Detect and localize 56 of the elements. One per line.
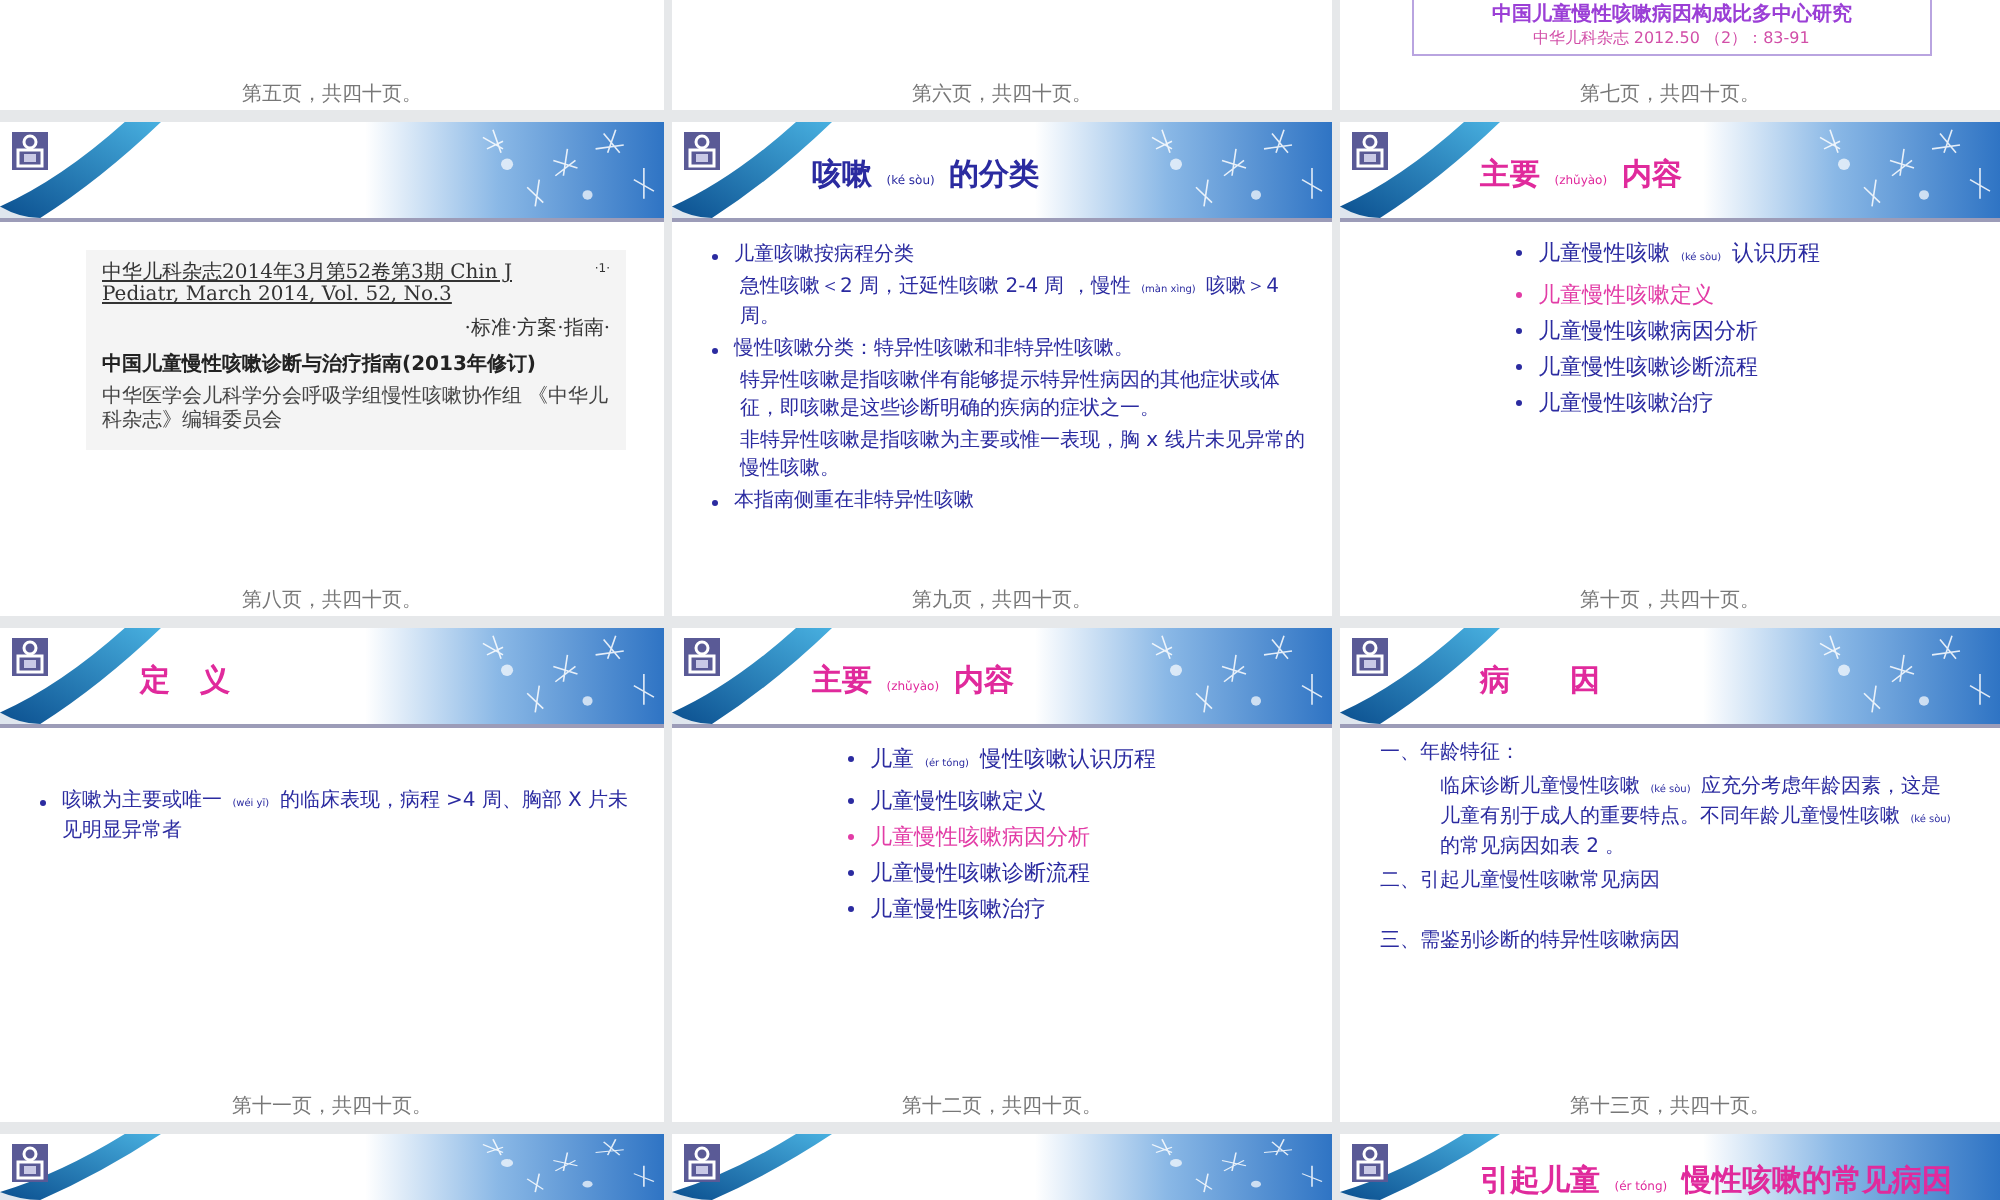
section-heading: 三、需鉴别诊断的特异性咳嗽病因 bbox=[1380, 928, 1680, 956]
journal-line: 中华儿科杂志2014年3月第52卷第3期 Chin J Pediatr, March 2014, Vol. 52, No.3 bbox=[102, 262, 514, 306]
page-number: 第八页，共四十页。 bbox=[240, 590, 424, 616]
page-number: 第十二页，共四十页。 bbox=[900, 1096, 1104, 1122]
bullet-icon bbox=[1516, 328, 1522, 334]
section-heading: 一、年龄特征： bbox=[1380, 740, 1520, 768]
bullet-icon bbox=[848, 756, 854, 762]
outline-item: 儿童慢性咳嗽治疗 bbox=[870, 894, 1046, 924]
page-number: 第六页，共四十页。 bbox=[910, 84, 1094, 110]
citation-source: 中华儿科杂志 2012.50 （2）：83-91 bbox=[1533, 30, 1811, 48]
bullet-icon bbox=[712, 500, 718, 506]
logo-icon bbox=[1352, 1144, 1388, 1182]
bullet-icon bbox=[1516, 250, 1522, 256]
bullet-icon bbox=[848, 870, 854, 876]
logo-icon bbox=[684, 132, 720, 170]
logo-icon bbox=[1352, 638, 1388, 676]
bullet-icon bbox=[1516, 400, 1522, 406]
logo-icon bbox=[12, 132, 48, 170]
logo-icon bbox=[12, 638, 48, 676]
article-headline: 中国儿童慢性咳嗽诊断与治疗指南(2013年修订) bbox=[102, 350, 538, 378]
outline-item: 儿童慢性咳嗽定义 bbox=[870, 786, 1046, 816]
bullet-text: 特异性咳嗽是指咳嗽伴有能够提示特异性病因的其他症状或体征，即咳嗽是这些诊断明确的疾病的症状之一。 bbox=[740, 368, 1282, 424]
outline-item: 儿童慢性咳嗽诊断流程 bbox=[1538, 352, 1758, 382]
page-number: 第五页，共四十页。 bbox=[240, 84, 424, 110]
slide-title: 病 因 bbox=[1480, 661, 1600, 699]
bullet-icon bbox=[848, 906, 854, 912]
column-label: ·标准·方案·指南· bbox=[464, 315, 610, 342]
bullet-icon bbox=[848, 834, 854, 840]
logo-icon bbox=[684, 638, 720, 676]
citation-title: 中国儿童慢性咳嗽病因构成比多中心研究 bbox=[1492, 4, 1852, 28]
page-number: 第十页，共四十页。 bbox=[1578, 590, 1762, 616]
outline-item: 儿童慢性咳嗽病因分析 bbox=[1538, 316, 1758, 346]
logo-icon bbox=[684, 1144, 720, 1182]
section-heading: 二、引起儿童慢性咳嗽常见病因 bbox=[1380, 868, 1660, 896]
bullet-icon bbox=[848, 798, 854, 804]
bullet-icon bbox=[712, 254, 718, 260]
bullet-text: 慢性咳嗽分类：特异性咳嗽和非特异性咳嗽。 bbox=[734, 336, 1134, 364]
bullet-icon bbox=[1516, 292, 1522, 298]
logo-icon bbox=[1352, 132, 1388, 170]
outline-item: 儿童慢性咳嗽治疗 bbox=[1538, 388, 1714, 418]
page-number: 第十一页，共四十页。 bbox=[230, 1096, 434, 1122]
page-number: 第九页，共四十页。 bbox=[910, 590, 1094, 616]
slide-title: 定 义 bbox=[140, 661, 230, 699]
bullet-text: 本指南侧重在非特异性咳嗽 bbox=[734, 488, 974, 516]
logo-icon bbox=[12, 1144, 48, 1182]
bullet-icon bbox=[40, 800, 46, 806]
bullet-icon bbox=[1516, 364, 1522, 370]
bullet-text: 儿童咳嗽按病程分类 bbox=[734, 242, 914, 270]
outline-item: 儿童慢性咳嗽定义 bbox=[1538, 280, 1714, 310]
outline-item: 儿童慢性咳嗽诊断流程 bbox=[870, 858, 1090, 888]
outline-item: 儿童慢性咳嗽病因分析 bbox=[870, 822, 1090, 852]
bullet-icon bbox=[712, 348, 718, 354]
bullet-text: 非特异性咳嗽是指咳嗽为主要或惟一表现，胸 x 线片未见异常的慢性咳嗽。 bbox=[740, 428, 1307, 484]
page-number: 第七页，共四十页。 bbox=[1578, 84, 1762, 110]
page-number: 第十三页，共四十页。 bbox=[1568, 1096, 1772, 1122]
article-authors: 中华医学会儿科学分会呼吸学组慢性咳嗽协作组 《中华儿科杂志》编辑委员会 bbox=[102, 386, 610, 434]
